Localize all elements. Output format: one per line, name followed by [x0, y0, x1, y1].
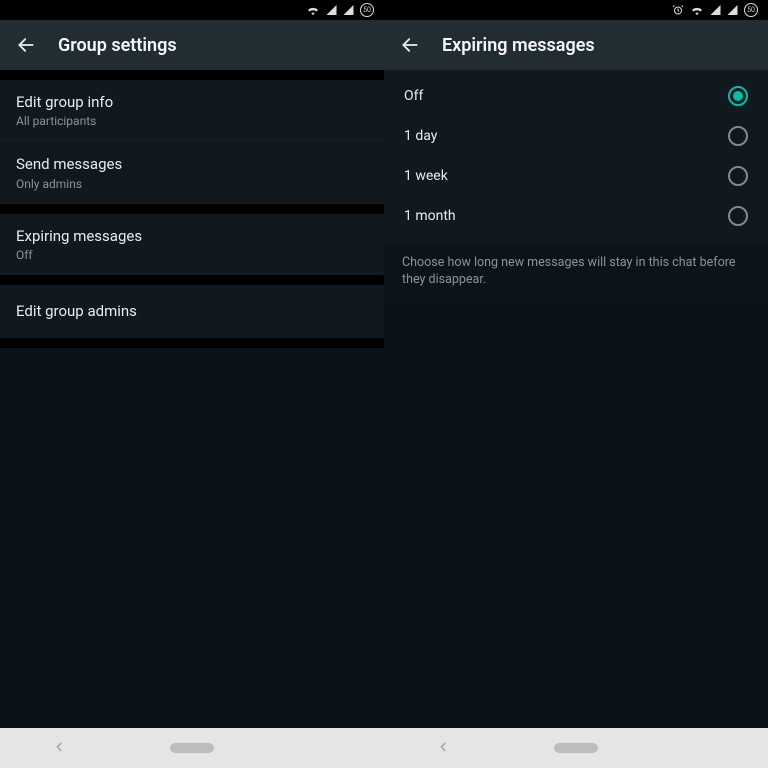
radio-option-1-month[interactable]: 1 month: [384, 196, 768, 236]
battery-icon: 50: [360, 3, 374, 17]
radio-label: 1 week: [404, 168, 448, 184]
signal-icon: [343, 5, 354, 15]
signal-icon: [326, 5, 337, 15]
helper-text: Choose how long new messages will stay i…: [384, 242, 768, 301]
settings-list: Edit group info All participants Send me…: [0, 70, 384, 728]
signal-icon: [710, 5, 721, 15]
nav-home-pill[interactable]: [554, 743, 598, 753]
system-nav: [384, 728, 768, 768]
radio-icon: [728, 166, 748, 186]
section-divider: [0, 275, 384, 285]
list-item-send-messages[interactable]: Send messages Only admins: [0, 142, 384, 203]
page-title: Expiring messages: [442, 35, 595, 56]
radio-option-1-week[interactable]: 1 week: [384, 156, 768, 196]
nav-back-icon[interactable]: [52, 739, 66, 758]
page-title: Group settings: [58, 35, 177, 56]
back-button[interactable]: [16, 35, 36, 55]
list-item-title: Edit group info: [16, 92, 368, 112]
system-nav: [0, 728, 384, 768]
list-item-expiring-messages[interactable]: Expiring messages Off: [0, 214, 384, 275]
app-bar: Group settings: [0, 20, 384, 70]
list-item-subtitle: Off: [16, 248, 368, 262]
radio-label: 1 day: [404, 128, 437, 144]
radio-icon: [728, 126, 748, 146]
app-bar: Expiring messages: [384, 20, 768, 70]
status-bar: 50: [384, 0, 768, 20]
radio-label: Off: [404, 88, 423, 104]
list-item-title: Expiring messages: [16, 226, 368, 246]
list-item-subtitle: All participants: [16, 114, 368, 128]
phone-left: 50 Group settings Edit group info All pa…: [0, 0, 384, 728]
list-item-edit-group-info[interactable]: Edit group info All participants: [0, 80, 384, 141]
list-item-title: Send messages: [16, 154, 368, 174]
nav-home-pill[interactable]: [170, 743, 214, 753]
radio-option-off[interactable]: Off: [384, 76, 768, 116]
list-item-edit-group-admins[interactable]: Edit group admins: [0, 285, 384, 338]
back-button[interactable]: [400, 35, 420, 55]
alarm-icon: [672, 4, 684, 16]
radio-icon: [728, 206, 748, 226]
battery-icon: 50: [744, 3, 758, 17]
radio-option-1-day[interactable]: 1 day: [384, 116, 768, 156]
system-nav-row: [0, 728, 768, 768]
section-divider: [0, 204, 384, 214]
nav-back-icon[interactable]: [436, 739, 450, 758]
section-divider: [0, 338, 384, 348]
list-item-subtitle: Only admins: [16, 177, 368, 191]
radio-label: 1 month: [404, 208, 456, 224]
radio-icon: [728, 86, 748, 106]
options-list: Off 1 day 1 week 1 month Choose how long…: [384, 70, 768, 728]
phone-right: 50 Expiring messages Off 1 day: [384, 0, 768, 728]
status-bar: 50: [0, 0, 384, 20]
wifi-icon: [690, 5, 704, 15]
signal-icon: [727, 5, 738, 15]
list-item-title: Edit group admins: [16, 301, 368, 321]
section-divider: [0, 70, 384, 80]
wifi-icon: [306, 5, 320, 15]
